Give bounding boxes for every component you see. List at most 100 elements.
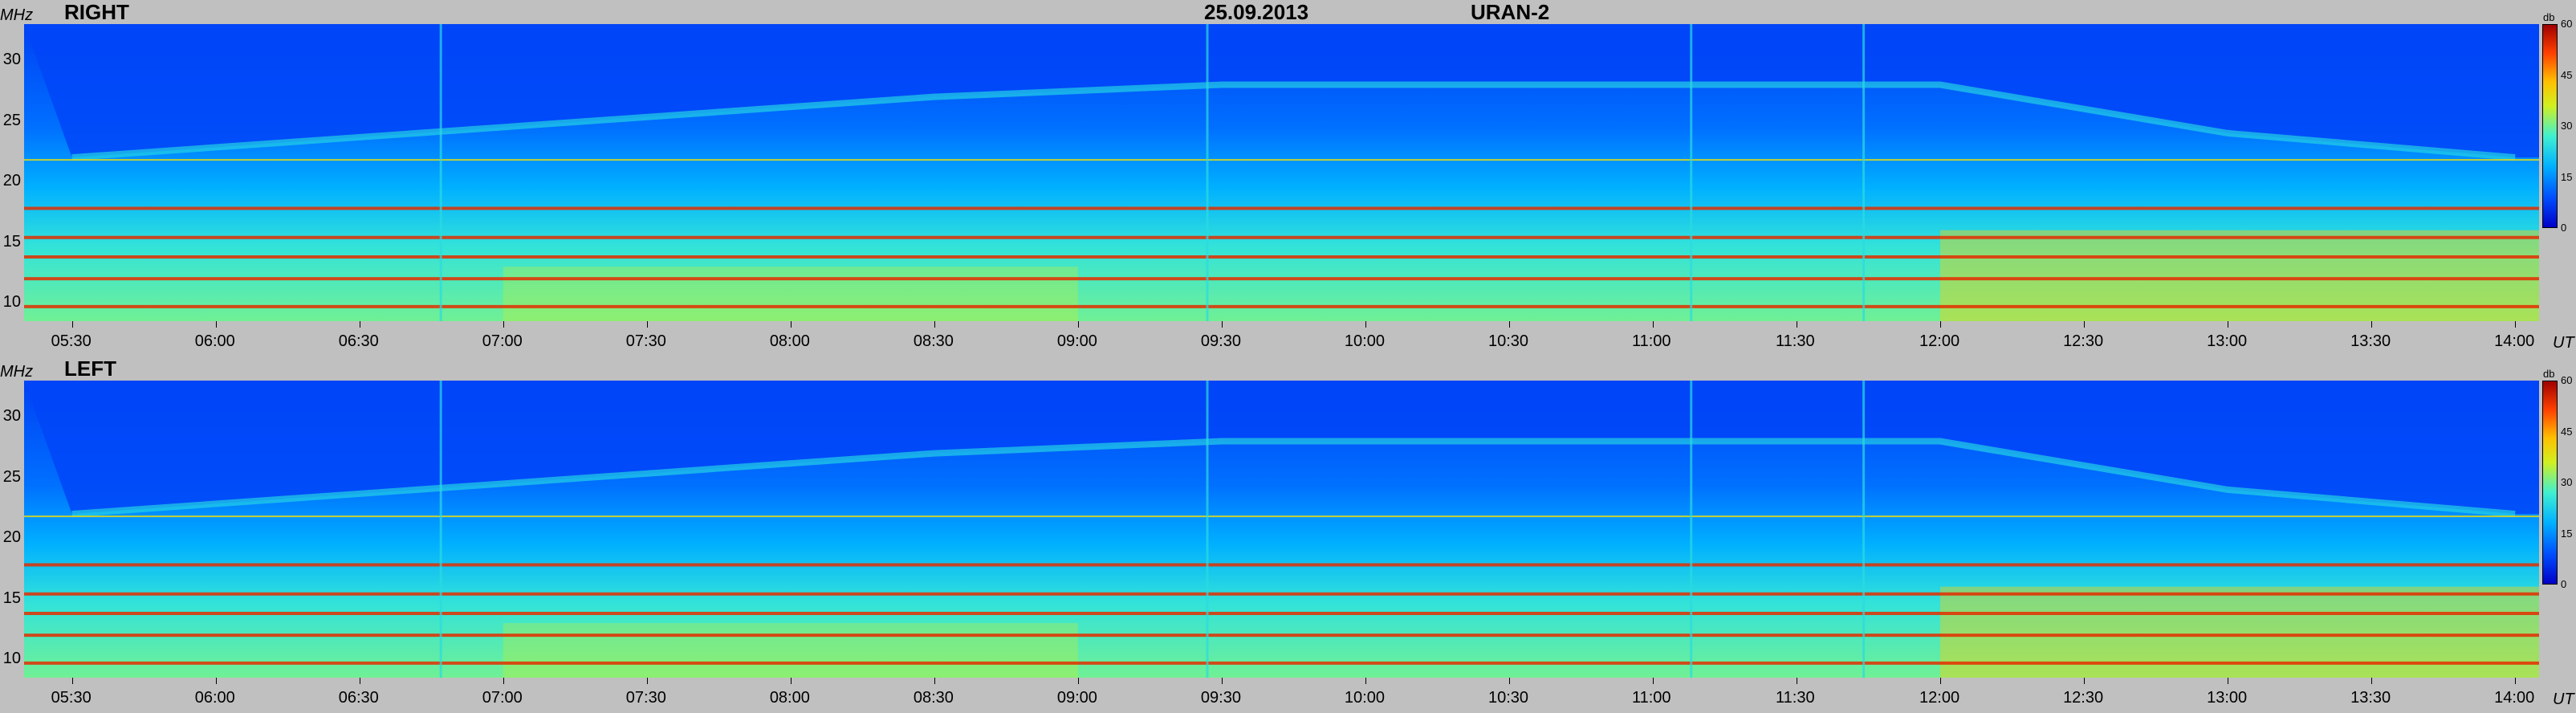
instrument-name: URAN-2: [1471, 0, 1550, 24]
x-tick-label: 06:00: [194, 689, 235, 707]
x-tick-label: 11:30: [1776, 332, 1815, 350]
x-tick-label: 13:30: [2350, 689, 2391, 707]
x-tick-mark: [1508, 321, 1510, 328]
x-tick-label: 05:30: [51, 689, 92, 707]
x-tick-mark: [934, 678, 935, 684]
y-tick-label: 30: [2, 51, 21, 69]
x-tick-label: 07:30: [625, 689, 666, 707]
colorbar-tick-label: 0: [2561, 578, 2567, 590]
x-tick-mark: [1508, 678, 1510, 684]
x-tick-mark: [215, 321, 217, 328]
x-tick-label: 09:30: [1200, 332, 1241, 350]
colorbar-tick-label: 30: [2561, 120, 2573, 132]
observation-date: 25.09.2013: [1204, 0, 1309, 24]
y-tick-label: 25: [2, 467, 21, 486]
x-tick-label: 11:00: [1631, 689, 1671, 707]
spectrogram-svg: [24, 24, 2539, 321]
x-tick-label: 14:00: [2494, 332, 2535, 350]
colorbar-tick-label: 45: [2561, 68, 2573, 81]
spectrogram-left: [24, 381, 2539, 678]
x-tick-mark: [2515, 678, 2517, 684]
x-tick-label: 11:00: [1631, 332, 1671, 350]
x-tick-label: 12:00: [1919, 689, 1960, 707]
x-tick-mark: [934, 321, 935, 328]
y-tick-label: 10: [2, 293, 21, 312]
x-tick-label: 12:00: [1919, 332, 1960, 350]
x-tick-mark: [1940, 321, 1942, 328]
colorbar-right: [2542, 24, 2558, 228]
x-unit-label-left: UT: [2553, 691, 2574, 708]
x-unit-label-right: UT: [2553, 334, 2574, 352]
x-tick-mark: [503, 678, 504, 684]
x-tick-mark: [646, 321, 648, 328]
x-tick-mark: [2371, 321, 2373, 328]
y-tick-label: 20: [2, 172, 21, 190]
colorbar-unit-label: db: [2543, 368, 2555, 380]
x-tick-label: 05:30: [51, 332, 92, 350]
x-tick-mark: [1652, 321, 1654, 328]
x-tick-label: 10:30: [1487, 332, 1529, 350]
x-tick-mark: [71, 321, 73, 328]
y-unit-label-right: MHz: [0, 6, 34, 24]
x-tick-label: 07:00: [482, 689, 523, 707]
y-unit-label-left: MHz: [0, 363, 34, 381]
colorbar-tick-label: 60: [2561, 18, 2573, 30]
panel-title-left: LEFT: [64, 356, 116, 381]
colorbar-tick-label: 0: [2561, 222, 2567, 234]
x-tick-label: 10:00: [1344, 332, 1385, 350]
y-tick-label: 10: [2, 650, 21, 668]
colorbar-tick-label: 15: [2561, 170, 2573, 183]
morning-enhancement: [503, 623, 1078, 678]
colorbar-left: [2542, 381, 2558, 585]
x-tick-label: 08:30: [913, 689, 954, 707]
colorbar-tick-label: 15: [2561, 527, 2573, 540]
colorbar-tick-label: 30: [2561, 476, 2573, 488]
y-tick-label: 15: [2, 232, 21, 251]
x-tick-label: 09:30: [1200, 689, 1241, 707]
x-tick-label: 13:00: [2207, 689, 2248, 707]
x-tick-mark: [2084, 678, 2086, 684]
x-tick-mark: [1652, 678, 1654, 684]
x-tick-label: 07:30: [625, 332, 666, 350]
x-tick-label: 06:30: [338, 689, 379, 707]
x-tick-mark: [71, 678, 73, 684]
y-tick-label: 20: [2, 528, 21, 547]
x-tick-mark: [790, 678, 792, 684]
x-tick-mark: [1365, 678, 1366, 684]
x-tick-label: 09:00: [1056, 689, 1097, 707]
x-tick-label: 09:00: [1056, 332, 1097, 350]
x-tick-label: 06:30: [338, 332, 379, 350]
y-tick-label: 30: [2, 407, 21, 426]
x-tick-label: 11:30: [1776, 689, 1815, 707]
y-tick-label: 25: [2, 111, 21, 129]
x-tick-mark: [215, 678, 217, 684]
x-tick-label: 12:30: [2063, 332, 2104, 350]
x-tick-mark: [2084, 321, 2086, 328]
panel-title-right: RIGHT: [64, 0, 129, 24]
x-tick-mark: [646, 678, 648, 684]
x-tick-label: 06:00: [194, 332, 235, 350]
x-tick-mark: [1221, 321, 1223, 328]
x-tick-mark: [503, 321, 504, 328]
x-tick-label: 07:00: [482, 332, 523, 350]
x-tick-mark: [1221, 678, 1223, 684]
x-tick-label: 08:00: [769, 689, 810, 707]
x-tick-label: 08:30: [913, 332, 954, 350]
colorbar-unit-label: db: [2543, 11, 2555, 23]
colorbar-tick-label: 45: [2561, 425, 2573, 438]
x-tick-mark: [790, 321, 792, 328]
x-tick-mark: [1077, 678, 1079, 684]
x-tick-label: 10:00: [1344, 689, 1385, 707]
x-tick-mark: [1940, 678, 1942, 684]
colorbar-tick-label: 60: [2561, 374, 2573, 386]
x-tick-label: 14:00: [2494, 689, 2535, 707]
x-tick-label: 13:30: [2350, 332, 2391, 350]
x-tick-label: 12:30: [2063, 689, 2104, 707]
spectrogram-right: [24, 24, 2539, 321]
x-tick-label: 10:30: [1487, 689, 1529, 707]
x-tick-mark: [2371, 678, 2373, 684]
morning-enhancement: [503, 267, 1078, 321]
x-tick-mark: [1077, 321, 1079, 328]
spectrogram-svg: [24, 381, 2539, 678]
x-tick-mark: [1365, 321, 1366, 328]
